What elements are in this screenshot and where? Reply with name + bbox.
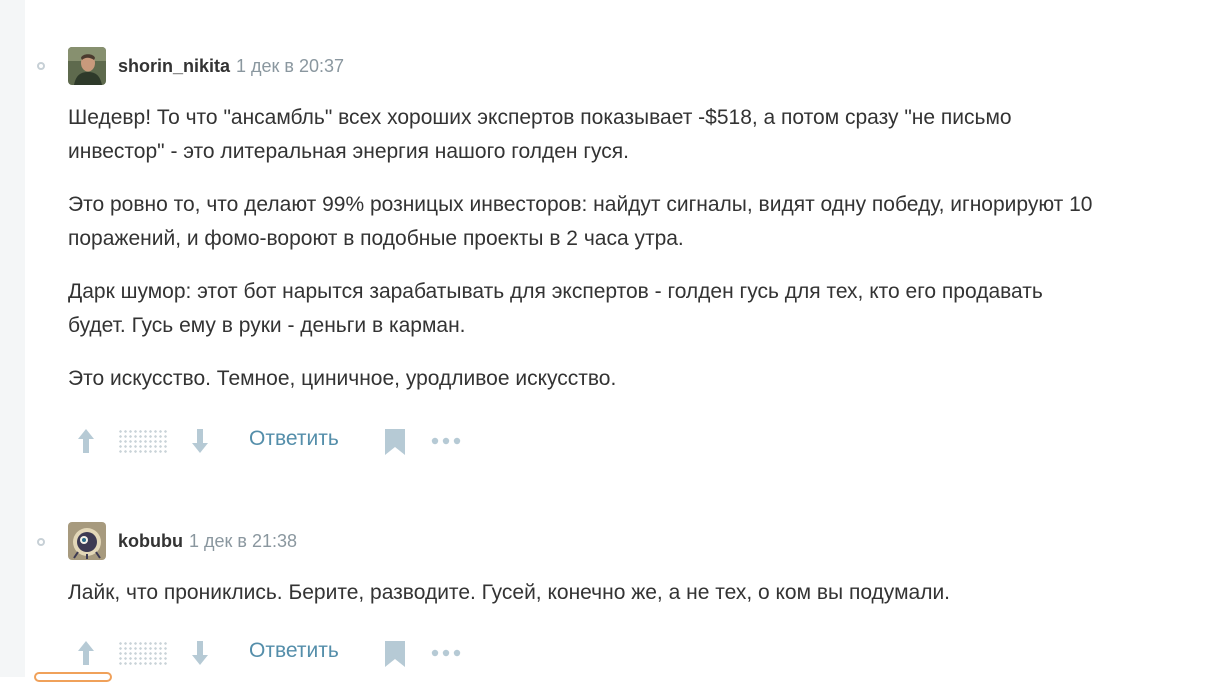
comment-paragraph: поражений, и фомо-вороют в подобные прое…	[68, 222, 1218, 256]
thread-dot	[37, 538, 45, 546]
comment-paragraph: Лайк, что прониклись. Берите, разводите.…	[68, 576, 1218, 610]
more-options-icon[interactable]	[430, 647, 462, 659]
avatar[interactable]	[68, 47, 106, 85]
bookmark-icon[interactable]	[385, 429, 405, 455]
comment-text: Это ровно то, что делают 99% розницых ин…	[68, 193, 1093, 216]
bookmark-icon[interactable]	[385, 641, 405, 667]
partial-button-edge	[34, 672, 112, 682]
comment-meta: shorin_nikita 1 дек в 20:37	[118, 56, 344, 77]
comment-actions: Ответить	[68, 633, 488, 673]
reply-button[interactable]: Ответить	[249, 639, 339, 663]
comment-paragraph: Это ровно то, что делают 99% розницых ин…	[68, 188, 1218, 222]
comment-paragraph: будет. Гусь ему в руки - деньги в карман…	[68, 309, 1218, 343]
vote-up-icon[interactable]	[68, 633, 104, 673]
comment-paragraph: инвестор" - это литеральная энергия нашо…	[68, 135, 1218, 169]
comment-meta: kobubu 1 дек в 21:38	[118, 531, 297, 552]
vote-up-icon[interactable]	[68, 421, 104, 461]
user-creature-avatar	[68, 522, 106, 560]
comment-text: Это искусство. Темное, циничное, уродлив…	[68, 367, 617, 390]
thread-dot	[37, 62, 45, 70]
comment-body: Лайк, что прониклись. Берите, разводите.…	[68, 576, 1218, 610]
comment-text: Лайк, что прониклись. Берите, разводите.…	[68, 581, 951, 604]
vote-score-hidden	[118, 429, 168, 453]
timestamp[interactable]: 1 дек в 21:38	[189, 531, 297, 551]
comment-text: Дарк шумор: этот бот нарытся зарабатыват…	[68, 280, 1043, 303]
vote-down-icon[interactable]	[182, 633, 218, 673]
comment-text: Шедевр! То что "ансамбль" всех хороших э…	[68, 106, 1012, 129]
vote-score-hidden	[118, 641, 168, 665]
comment-text: поражений, и фомо-вороют в подобные прое…	[68, 227, 684, 250]
comment-paragraph: Шедевр! То что "ансамбль" всех хороших э…	[68, 101, 1218, 135]
more-options-icon[interactable]	[430, 435, 462, 447]
username[interactable]: shorin_nikita	[118, 56, 230, 76]
comment-body: Шедевр! То что "ансамбль" всех хороших э…	[68, 101, 1218, 396]
username[interactable]: kobubu	[118, 531, 183, 551]
comment-actions: Ответить	[68, 421, 488, 461]
avatar[interactable]	[68, 522, 106, 560]
comment-paragraph: Это искусство. Темное, циничное, уродлив…	[68, 362, 1218, 396]
comment-thread: shorin_nikita 1 дек в 20:37 Шедевр! То чт…	[0, 0, 1222, 677]
reply-button[interactable]: Ответить	[249, 427, 339, 451]
timestamp[interactable]: 1 дек в 20:37	[236, 56, 344, 76]
user-photo-avatar	[68, 47, 106, 85]
comment-text: инвестор" - это литеральная энергия нашо…	[68, 140, 629, 163]
comment-text: будет. Гусь ему в руки - деньги в карман…	[68, 314, 466, 337]
vote-down-icon[interactable]	[182, 421, 218, 461]
comment-paragraph: Дарк шумор: этот бот нарытся зарабатыват…	[68, 275, 1218, 309]
